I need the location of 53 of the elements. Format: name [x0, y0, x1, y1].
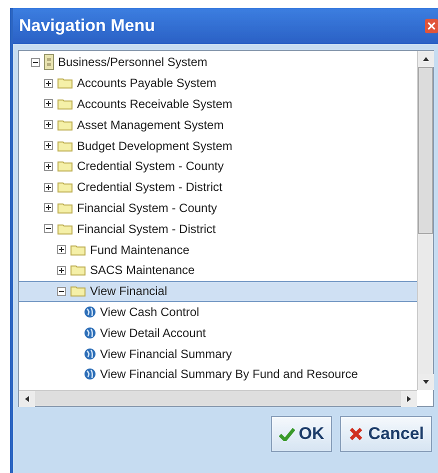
folder-icon [57, 202, 73, 214]
expand-icon[interactable] [57, 245, 66, 254]
folder-icon [57, 77, 73, 90]
tree-item[interactable]: View Cash Control [19, 302, 417, 322]
globe-icon [84, 348, 96, 360]
tree-item[interactable]: Budget Development System [19, 135, 417, 156]
folder-icon [70, 285, 86, 298]
collapse-icon[interactable] [44, 224, 53, 234]
tree-item[interactable]: View Financial Summary [19, 343, 417, 364]
checkmark-icon [278, 427, 295, 441]
tree-item[interactable]: View Detail Account [19, 322, 417, 344]
expand-icon[interactable] [44, 141, 53, 150]
folder-icon [57, 140, 73, 152]
expand-icon[interactable] [44, 99, 53, 108]
globe-icon [84, 368, 96, 380]
expand-icon[interactable] [44, 120, 53, 130]
tree-item[interactable]: Financial System - County [19, 198, 417, 218]
tree-item[interactable]: Fund Maintenance [19, 239, 417, 260]
window-title: Navigation Menu [19, 16, 156, 36]
folder-icon [57, 160, 73, 172]
folder-icon [57, 222, 73, 235]
ok-button[interactable]: OK [270, 416, 332, 452]
cancel-button[interactable]: Cancel [340, 416, 432, 452]
expand-icon[interactable] [57, 266, 66, 275]
collapse-icon[interactable] [57, 286, 66, 296]
folder-icon [70, 244, 86, 256]
folder-icon [57, 98, 73, 110]
tree-item[interactable]: Financial System - District [19, 218, 417, 240]
tree-item[interactable]: View Financial Summary By Fund and Resource [19, 364, 417, 385]
expand-icon[interactable] [44, 162, 53, 171]
horizontal-scrollbar[interactable] [19, 390, 417, 406]
tree-item[interactable]: Credential System - District [19, 176, 417, 198]
tree-item[interactable]: Accounts Payable System [19, 72, 417, 94]
document-icon [44, 54, 54, 70]
expand-icon[interactable] [44, 78, 53, 88]
expand-icon[interactable] [44, 182, 53, 192]
scroll-left-button[interactable] [19, 391, 35, 407]
tree-item[interactable]: Credential System - County [19, 156, 417, 177]
scroll-right-button[interactable] [401, 391, 417, 407]
folder-icon [70, 264, 86, 276]
collapse-icon[interactable] [31, 58, 40, 67]
tree-item[interactable]: Accounts Receivable System [19, 94, 417, 114]
folder-icon [57, 181, 73, 194]
cross-icon [348, 427, 364, 441]
globe-icon [84, 306, 96, 318]
globe-icon [84, 326, 96, 339]
tree-item[interactable]: View Financial [19, 280, 417, 302]
folder-icon [57, 118, 73, 131]
vertical-scrollbar[interactable] [417, 51, 433, 390]
tree-item[interactable]: Asset Management System [19, 114, 417, 136]
tree-item[interactable]: SACS Maintenance [19, 260, 417, 281]
tree-item[interactable]: Business/Personnel System [19, 52, 417, 73]
expand-icon[interactable] [44, 203, 53, 212]
